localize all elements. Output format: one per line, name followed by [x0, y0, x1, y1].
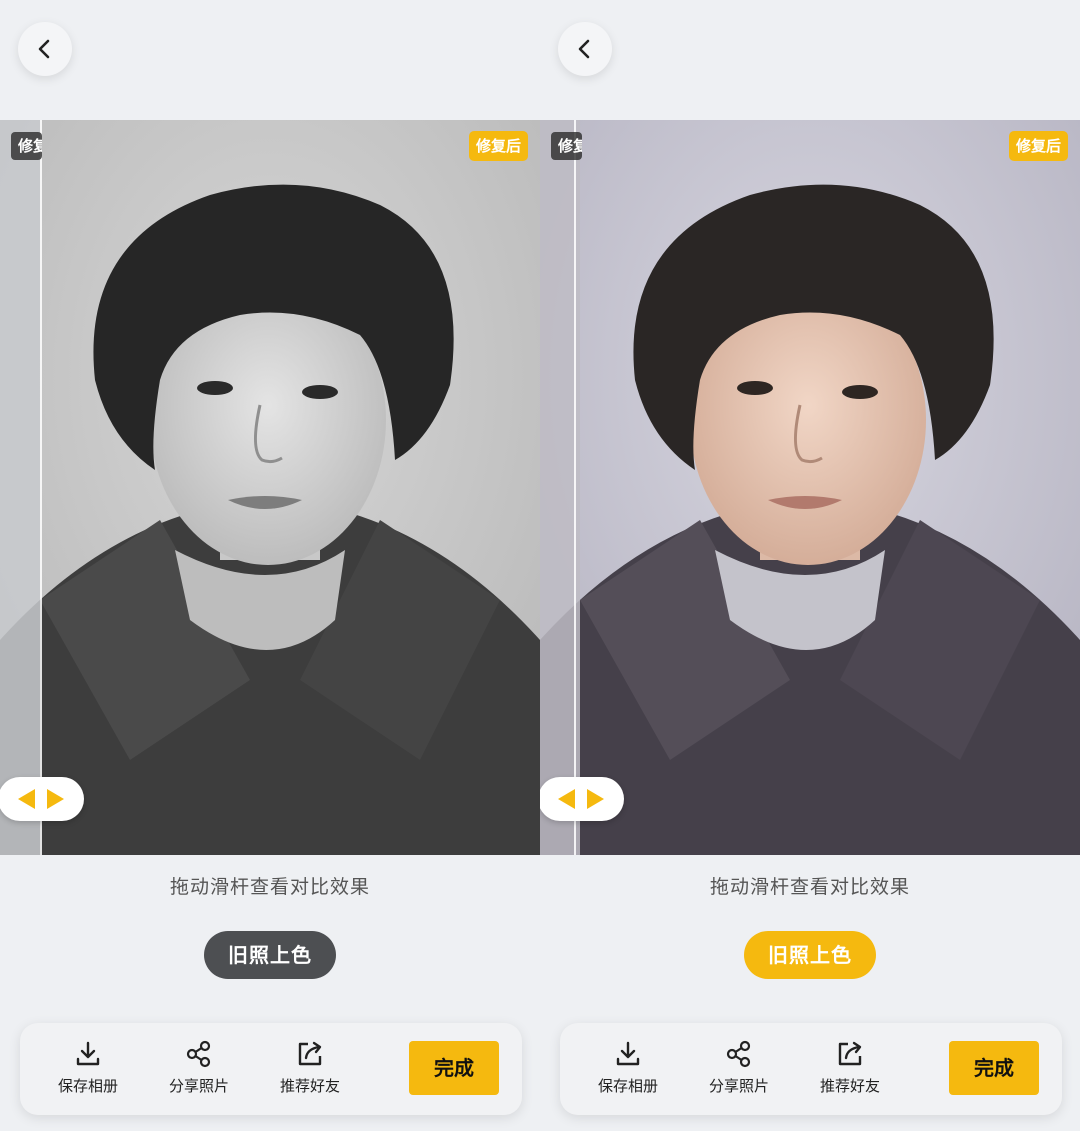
- before-screen: 修复前 修复后 拖动滑杆查看对比效果 旧照上色 保存相册 分享照片 推荐好友 完…: [0, 0, 540, 1131]
- save-to-album-button[interactable]: 保存相册: [48, 1039, 128, 1096]
- back-button[interactable]: [558, 22, 612, 76]
- arrow-left-icon: [18, 789, 35, 809]
- arrow-right-icon: [587, 789, 604, 809]
- back-button[interactable]: [18, 22, 72, 76]
- bottom-toolbar: 保存相册 分享照片 推荐好友 完成: [560, 1023, 1062, 1115]
- recommend-friend-button[interactable]: 推荐好友: [270, 1039, 350, 1096]
- done-button[interactable]: 完成: [409, 1041, 499, 1095]
- before-tag: 修复前: [11, 132, 42, 160]
- before-tag: 修复前: [551, 132, 582, 160]
- share-icon: [726, 1040, 751, 1068]
- external-share-icon: [298, 1041, 322, 1066]
- recommend-label: 推荐好友: [819, 1077, 880, 1095]
- photo-compare-area[interactable]: 修复前: [0, 120, 540, 855]
- slider-hint: 拖动滑杆查看对比效果: [169, 876, 370, 898]
- portrait-photo-grayscale: [0, 120, 540, 855]
- save-label: 保存相册: [597, 1077, 658, 1095]
- share-icon: [186, 1040, 211, 1068]
- recommend-label: 推荐好友: [279, 1077, 340, 1095]
- download-icon: [616, 1041, 640, 1066]
- arrow-left-icon: [558, 789, 575, 809]
- recommend-friend-button[interactable]: 推荐好友: [810, 1039, 890, 1096]
- compare-divider[interactable]: [40, 120, 42, 855]
- after-tag: 修复后: [468, 131, 528, 161]
- after-screen: 修复前 修复后 拖动滑杆查看对比效果 旧照上色 保存相册 分享照片 推荐好友 完…: [540, 0, 1080, 1131]
- share-photo-button[interactable]: 分享照片: [699, 1039, 779, 1096]
- slider-hint: 拖动滑杆查看对比效果: [709, 876, 910, 898]
- compare-slider-handle[interactable]: [540, 777, 624, 821]
- share-photo-button[interactable]: 分享照片: [159, 1039, 239, 1096]
- chevron-left-icon: [578, 39, 590, 59]
- bottom-toolbar: 保存相册 分享照片 推荐好友 完成: [20, 1023, 522, 1115]
- download-icon: [76, 1041, 100, 1066]
- portrait-photo-colorized: [540, 120, 1080, 855]
- share-label: 分享照片: [168, 1077, 229, 1095]
- share-label: 分享照片: [708, 1077, 769, 1095]
- colorize-button[interactable]: 旧照上色: [744, 931, 876, 979]
- save-to-album-button[interactable]: 保存相册: [588, 1039, 668, 1096]
- external-share-icon: [838, 1041, 862, 1066]
- colorize-button[interactable]: 旧照上色: [204, 931, 336, 979]
- before-slice: [0, 120, 40, 855]
- compare-divider[interactable]: [574, 120, 576, 855]
- done-button[interactable]: 完成: [949, 1041, 1039, 1095]
- compare-slider-handle[interactable]: [0, 777, 84, 821]
- save-label: 保存相册: [57, 1077, 118, 1095]
- photo-compare-area[interactable]: 修复前: [540, 120, 1080, 855]
- after-tag: 修复后: [1008, 131, 1068, 161]
- arrow-right-icon: [47, 789, 64, 809]
- chevron-left-icon: [38, 39, 50, 59]
